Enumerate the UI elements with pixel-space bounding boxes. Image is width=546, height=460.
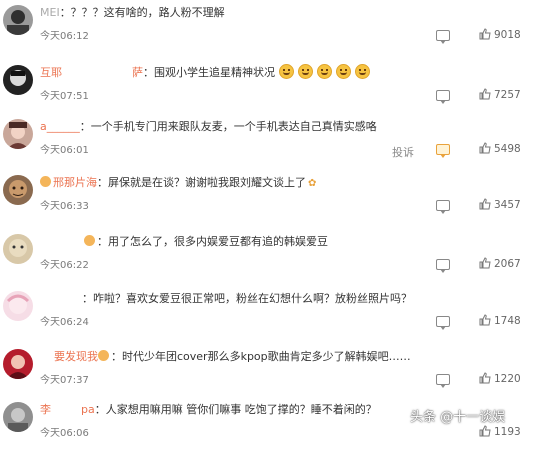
like-count: 9018 (494, 29, 521, 41)
like-count: 7257 (494, 89, 521, 101)
comment-item: ：用了怎么了，很多内娱爱豆都有追的韩娱爱豆 今天06:22 2067 (0, 229, 546, 292)
like-button[interactable]: 5498 (479, 142, 521, 155)
thumbs-up-icon (479, 28, 491, 40)
comment-line: 要发现我 ：时代少年团cover那么多kpop歌曲肯定多少了解韩娱吧…… (40, 348, 536, 366)
like-count: 1193 (494, 426, 521, 438)
thumbs-up-icon (479, 142, 491, 154)
reply-icon[interactable] (436, 259, 450, 273)
username[interactable]: 互耶 (40, 66, 62, 79)
like-button[interactable]: 7257 (479, 88, 521, 101)
vip-badge-icon (84, 235, 95, 246)
avatar[interactable] (3, 119, 33, 149)
thumbs-up-icon (479, 372, 491, 384)
username[interactable]: MEI (40, 6, 60, 19)
comment-line: 互耶 萨：围观小学生追星精神状况 (40, 64, 536, 82)
username[interactable]: 要发现我 (54, 350, 98, 363)
thumbs-up-icon (479, 257, 491, 269)
laugh-emoji-icon (317, 64, 332, 79)
thumbs-up-icon (479, 198, 491, 210)
like-button[interactable]: 1748 (479, 314, 521, 327)
like-button[interactable]: 1220 (479, 372, 521, 385)
laugh-emoji-icon (336, 64, 351, 79)
thumbs-up-icon (479, 425, 491, 437)
like-count: 5498 (494, 143, 521, 155)
timestamp: 今天07:51 (40, 91, 89, 102)
comment-line: 邢那片海：屏保就是在谈？谢谢啦我跟刘耀文谈上了 ✿ (40, 174, 536, 192)
timestamp: 今天06:24 (40, 317, 89, 328)
comment-text: ：人家想用嘛用嘛 管你们嘛事 吃饱了撑的？睡不着闲的？ (94, 403, 377, 416)
comment-line: ：用了怎么了，很多内娱爱豆都有追的韩娱爱豆 (40, 233, 536, 251)
like-count: 1220 (494, 373, 521, 385)
username[interactable]: 李 (40, 403, 51, 416)
timestamp: 今天07:37 (40, 375, 89, 386)
watermark: 头条 @十一谈娱 (410, 410, 506, 425)
timestamp: 今天06:01 (40, 145, 89, 156)
comment-line: ：咋啦？喜欢女爱豆很正常吧，粉丝在幻想什么啊？放粉丝照片吗？ (40, 290, 536, 308)
comment-text: ：咋啦？喜欢女爱豆很正常吧，粉丝在幻想什么啊？放粉丝照片吗？ (82, 292, 412, 305)
like-button[interactable]: 1193 (479, 425, 521, 438)
timestamp: 今天06:12 (40, 31, 89, 42)
like-count: 1748 (494, 315, 521, 327)
reply-icon[interactable] (436, 30, 450, 44)
comment-text: ：用了怎么了，很多内娱爱豆都有追的韩娱爱豆 (97, 235, 328, 248)
reply-icon[interactable] (436, 200, 450, 214)
comment-text: ：屏保就是在谈？谢谢啦我跟刘耀文谈上了 (97, 176, 306, 189)
thumbs-up-icon (479, 88, 491, 100)
report-link[interactable]: 投诉 (392, 144, 414, 160)
laugh-emoji-icon (279, 64, 294, 79)
avatar[interactable] (3, 65, 33, 95)
reply-icon[interactable] (436, 374, 450, 388)
username[interactable]: 邢那片海 (53, 176, 97, 189)
timestamp: 今天06:33 (40, 201, 89, 212)
reply-icon[interactable] (436, 90, 450, 104)
comment-line: a______：一个手机专门用来跟队友麦，一个手机表达自己真情实感咯 (40, 118, 536, 136)
avatar[interactable] (3, 349, 33, 379)
reply-icon[interactable] (436, 144, 450, 158)
timestamp: 今天06:22 (40, 260, 89, 271)
avatar[interactable] (3, 175, 33, 205)
laugh-emoji-icon (298, 64, 313, 79)
comment-item: ：咋啦？喜欢女爱豆很正常吧，粉丝在幻想什么啊？放粉丝照片吗？ 今天06:24 1… (0, 286, 546, 349)
comment-item: 邢那片海：屏保就是在谈？谢谢啦我跟刘耀文谈上了 ✿ 今天06:33 3457 (0, 170, 546, 233)
laugh-emoji-icon (355, 64, 370, 79)
avatar[interactable] (3, 234, 33, 264)
username-suffix: 萨 (132, 66, 143, 79)
username-suffix: pa (81, 403, 95, 416)
like-count: 3457 (494, 199, 521, 211)
avatar[interactable] (3, 402, 33, 432)
comment-item: a______：一个手机专门用来跟队友麦，一个手机表达自己真情实感咯 今天06:… (0, 114, 546, 177)
comment-line: MEI：？？？这有啥的，路人粉不理解 (40, 4, 536, 22)
vip-badge-icon (98, 350, 109, 361)
like-button[interactable]: 9018 (479, 28, 521, 41)
timestamp: 今天06:06 (40, 428, 89, 439)
avatar[interactable] (3, 291, 33, 321)
avatar[interactable] (3, 5, 33, 35)
like-count: 2067 (494, 258, 521, 270)
vip-badge-icon (40, 176, 51, 187)
like-button[interactable]: 3457 (479, 198, 521, 211)
like-button[interactable]: 2067 (479, 257, 521, 270)
reply-icon[interactable] (436, 316, 450, 330)
username[interactable]: a______ (40, 120, 80, 133)
comment-text: ：？？？这有啥的，路人粉不理解 (59, 6, 225, 19)
comment-text: ：围观小学生追星精神状况 (143, 66, 275, 79)
comment-text: ：一个手机专门用来跟队友麦，一个手机表达自己真情实感咯 (79, 120, 377, 133)
thumbs-up-icon (479, 314, 491, 326)
comment-item: MEI：？？？这有啥的，路人粉不理解 今天06:12 9018 (0, 0, 546, 63)
comment-text: ：时代少年团cover那么多kpop歌曲肯定多少了解韩娱吧…… (111, 350, 411, 363)
flower-emoji-icon: ✿ (308, 178, 317, 189)
